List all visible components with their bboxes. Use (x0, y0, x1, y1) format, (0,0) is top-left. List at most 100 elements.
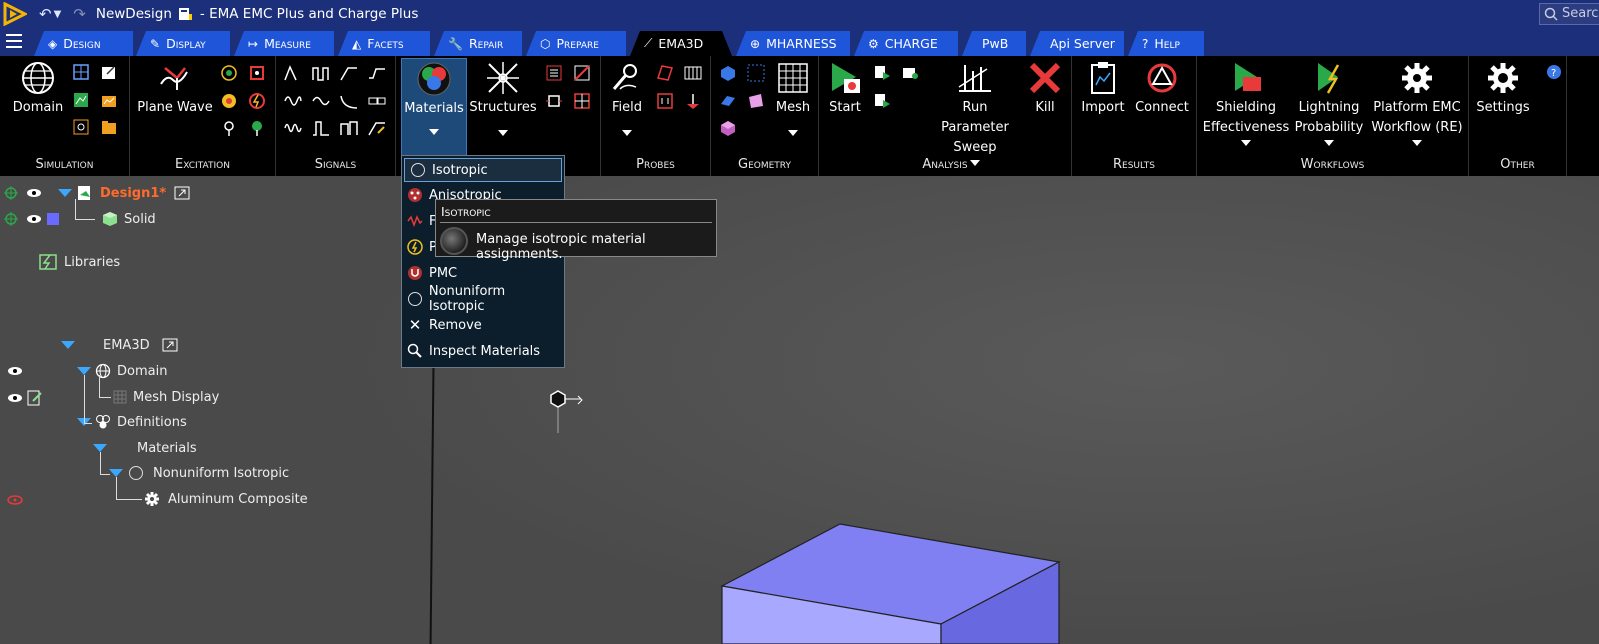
settings-button[interactable]: Settings (1475, 60, 1531, 118)
export-icon[interactable] (101, 64, 119, 82)
probe-plane-icon[interactable] (656, 64, 674, 82)
signal-square-icon[interactable] (312, 64, 330, 82)
expand-triangle-icon[interactable] (93, 444, 107, 452)
probe-array-icon[interactable] (684, 64, 702, 82)
frame-icon[interactable] (248, 64, 266, 82)
kill-button[interactable]: Kill (1025, 60, 1065, 118)
app-logo-icon[interactable] (3, 2, 27, 26)
signal-damped-icon[interactable] (284, 92, 302, 110)
tab-facets[interactable]: ◭ Facets (338, 31, 430, 56)
folder-chart-icon[interactable] (101, 92, 119, 110)
tree-row-definitions[interactable]: Definitions (77, 410, 187, 434)
expand-triangle-icon[interactable] (61, 341, 75, 349)
signal-pulse-icon[interactable] (284, 64, 302, 82)
expand-triangle-icon[interactable] (58, 189, 72, 197)
probe-current-icon[interactable] (656, 92, 674, 110)
tree-row-libraries[interactable]: Libraries (38, 250, 120, 274)
redo-icon[interactable]: ↷ (73, 5, 86, 23)
run-file-icon[interactable] (873, 92, 891, 110)
tree-source-icon[interactable] (248, 119, 266, 137)
open-external-icon[interactable] (174, 186, 190, 200)
start-button[interactable]: Start (823, 60, 867, 118)
antenna-icon[interactable] (220, 119, 238, 137)
map-icon[interactable] (73, 92, 91, 110)
open-external-icon[interactable] (162, 338, 178, 352)
structures-button[interactable]: Structures (469, 60, 537, 136)
signal-combo-icon[interactable] (340, 119, 358, 137)
plane-wave-button[interactable]: Plane Wave (136, 60, 214, 118)
probe-voltage-icon[interactable] (684, 92, 702, 110)
tree-row-aluminum-composite[interactable]: Aluminum Composite (144, 487, 308, 511)
eye-icon[interactable] (7, 365, 23, 377)
junction-icon[interactable] (545, 92, 563, 110)
signal-step-icon[interactable] (368, 64, 386, 82)
undo-dropdown-icon[interactable]: ▼ (54, 9, 62, 20)
pink-plane-icon[interactable] (747, 92, 765, 110)
signal-sine-icon[interactable] (312, 92, 330, 110)
menu-item-pmc[interactable]: PMC (402, 261, 564, 285)
tree-row-materials[interactable]: Materials (93, 436, 197, 460)
tab-mharness[interactable]: ⊕ MHARNESS (736, 31, 850, 56)
tab-measure[interactable]: ↦ Measure (234, 31, 334, 56)
menu-item-inspect-materials[interactable]: Inspect Materials (402, 339, 564, 363)
signal-file-icon[interactable] (368, 92, 386, 110)
eye-icon[interactable] (7, 392, 23, 404)
field-probe-button[interactable]: Field (605, 60, 649, 136)
tab-api-server[interactable]: Api Server (1030, 31, 1124, 56)
help-circle-icon[interactable]: ? (1546, 64, 1564, 82)
signal-exp-icon[interactable] (340, 92, 358, 110)
tab-ema3d[interactable]: ⟋ EMA3D (630, 31, 732, 56)
triad-icon[interactable] (545, 388, 595, 438)
solid-box[interactable] (715, 520, 1065, 644)
plate-icon[interactable] (719, 92, 737, 110)
signal-ramp-icon[interactable] (340, 64, 358, 82)
expand-triangle-icon[interactable] (77, 367, 91, 375)
tab-pwb[interactable]: PwB (962, 31, 1026, 56)
wire-cut-icon[interactable] (573, 64, 591, 82)
lightning-target-icon[interactable] (248, 92, 266, 110)
menu-item-remove[interactable]: ✕ Remove (402, 313, 564, 337)
tree-row-mesh-display[interactable]: Mesh Display (113, 385, 219, 409)
tab-repair[interactable]: 🔧 Repair (434, 31, 522, 56)
materials-button[interactable]: Materials (401, 58, 467, 156)
signal-edit-icon[interactable] (368, 119, 386, 137)
import-button[interactable]: Import (1078, 60, 1128, 118)
signal-gaussian-icon[interactable] (312, 119, 330, 137)
search-input[interactable]: Search (1539, 3, 1599, 25)
shielding-effectiveness-button[interactable]: Shielding Effectiveness (1201, 60, 1291, 146)
visibility-target-icon[interactable] (4, 186, 18, 200)
tab-charge[interactable]: ⚙ CHARGE (854, 31, 958, 56)
tree-row-ema3d[interactable]: EMA3D (61, 333, 178, 357)
tab-help[interactable]: ? Help (1128, 31, 1204, 56)
tree-row-domain[interactable]: Domain (77, 359, 167, 383)
signal-wave-icon[interactable] (284, 119, 302, 137)
hamburger-menu-icon[interactable] (6, 34, 22, 48)
eye-icon[interactable] (26, 187, 42, 199)
radiation-icon[interactable] (220, 92, 238, 110)
folder-icon[interactable] (101, 119, 119, 137)
menu-item-isotropic[interactable]: Isotropic (404, 158, 562, 182)
menu-item-nonuniform-isotropic[interactable]: Nonuniform Isotropic (402, 284, 564, 314)
tree-row-design[interactable]: Design1* (4, 181, 190, 205)
probe-grid-icon[interactable] (73, 119, 91, 137)
dot-grid-icon[interactable] (747, 64, 765, 82)
target-icon[interactable] (220, 64, 238, 82)
platform-emc-workflow-button[interactable]: Platform EMC Workflow (RE) (1369, 60, 1465, 146)
queue-icon[interactable] (901, 64, 919, 82)
connect-button[interactable]: Connect (1132, 60, 1192, 118)
domain-button[interactable]: Domain (6, 60, 70, 118)
batch-run-icon[interactable] (873, 64, 891, 82)
edit-note-icon[interactable] (27, 390, 43, 406)
tree-row-nonuniform-isotropic[interactable]: Nonuniform Isotropic (109, 461, 289, 485)
visibility-target-icon[interactable] (4, 212, 18, 226)
mesh-button[interactable]: Mesh (771, 60, 815, 136)
expand-triangle-icon[interactable] (109, 469, 123, 477)
run-parameter-sweep-button[interactable]: Run Parameter Sweep (927, 60, 1023, 166)
lightning-probability-button[interactable]: Lightning Probability (1293, 60, 1365, 146)
eye-icon[interactable] (26, 213, 42, 225)
wire-list-icon[interactable] (545, 64, 563, 82)
tab-prepare[interactable]: ⬡ Prepare (526, 31, 626, 56)
grid-icon[interactable] (73, 64, 91, 82)
cube-icon[interactable] (719, 64, 737, 82)
tab-display[interactable]: ✎ Display (136, 31, 230, 56)
